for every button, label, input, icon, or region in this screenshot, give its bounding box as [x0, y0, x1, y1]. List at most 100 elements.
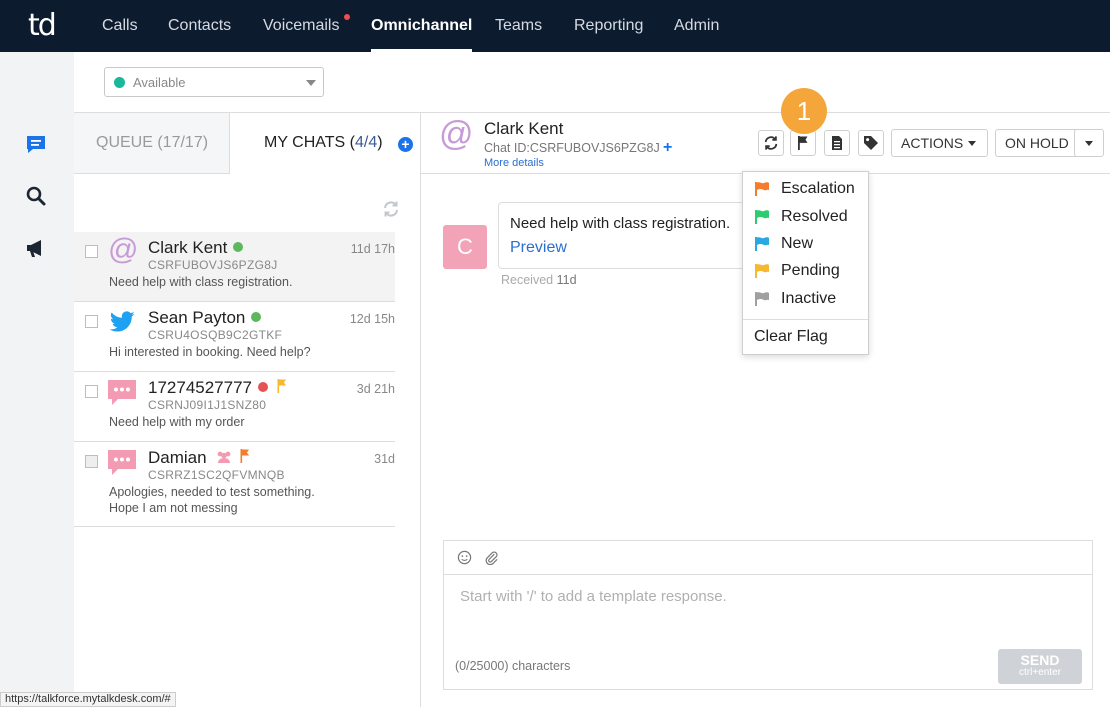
chat-time: 11d 17h — [350, 242, 395, 256]
refresh-icon — [764, 136, 778, 150]
nav-omnichannel[interactable]: Omnichannel — [371, 0, 473, 52]
composer-input[interactable]: Start with '/' to add a template respons… — [460, 588, 727, 605]
chevron-down-icon — [968, 141, 977, 146]
talkdesk-logo[interactable]: td — [28, 8, 57, 43]
on-hold-label: ON HOLD — [1005, 135, 1069, 151]
preview-link[interactable]: Preview — [510, 239, 567, 257]
notes-button[interactable] — [824, 130, 850, 156]
agent-status-select[interactable]: Available — [104, 67, 324, 97]
chat-contact-name: Sean Payton — [148, 308, 262, 328]
conversation-chat-id: Chat ID:CSRFUBOVJS6PZG8J — [484, 141, 660, 155]
more-details-link[interactable]: More details — [484, 157, 544, 169]
chat-time: 3d 21h — [356, 382, 395, 396]
message-text: Need help with class registration. — [510, 215, 731, 232]
chat-contact-name: 17274527777 — [148, 378, 287, 398]
message-bubble: Need help with class registration. Previ… — [498, 202, 758, 269]
inactive-flag-icon — [755, 292, 769, 306]
sms-channel-icon — [107, 447, 139, 479]
chat-id: CSRRZ1SC2QFVMNQB — [148, 468, 285, 482]
chat-preview-text: Need help with class registration. — [109, 275, 293, 289]
chat-time: 31d — [374, 452, 395, 466]
flag-option-label: Pending — [781, 262, 840, 279]
emoji-icon[interactable] — [457, 550, 472, 565]
megaphone-icon[interactable] — [24, 236, 48, 260]
conversation-contact-name: Clark Kent — [484, 119, 564, 138]
conversation-header: @ Clark Kent Chat ID:CSRFUBOVJS6PZG8J + … — [421, 113, 1110, 174]
offline-status-dot — [258, 382, 269, 392]
row-checkbox[interactable] — [85, 245, 98, 258]
left-rail — [0, 52, 74, 707]
nav-omnichannel-label: Omnichannel — [371, 17, 473, 34]
chat-contact-name: Damian — [148, 448, 250, 468]
add-chat-icon[interactable]: + — [398, 137, 413, 152]
message-composer: Start with '/' to add a template respons… — [443, 540, 1093, 690]
tab-queue[interactable]: QUEUE (17/17) — [74, 113, 230, 174]
nav-contacts[interactable]: Contacts — [168, 0, 231, 52]
flag-option-label: Inactive — [781, 290, 837, 307]
step-badge: 1 — [781, 88, 827, 134]
flag-option-label: New — [781, 235, 814, 252]
row-checkbox[interactable] — [85, 315, 98, 328]
voicemail-notification-dot — [344, 14, 350, 20]
nav-voicemails-label: Voicemails — [263, 17, 340, 34]
composer-toolbar — [444, 541, 1092, 575]
flag-option-new[interactable]: New — [743, 231, 868, 258]
nav-reporting[interactable]: Reporting — [574, 0, 643, 52]
nav-calls[interactable]: Calls — [102, 0, 138, 52]
chat-icon[interactable] — [24, 132, 48, 156]
flag-option-label: Escalation — [781, 180, 855, 197]
sms-channel-icon — [107, 377, 139, 409]
my-chats-close-paren: ) — [377, 134, 383, 151]
twitter-channel-icon — [107, 307, 139, 339]
pending-flag-icon — [755, 264, 769, 278]
on-hold-dropdown[interactable] — [1074, 129, 1104, 157]
top-nav: td Calls Contacts Voicemails Omnichannel… — [0, 0, 1110, 52]
agent-status-value: Available — [133, 75, 186, 90]
actions-dropdown[interactable]: ACTIONS — [891, 129, 988, 157]
send-label: SEND — [1020, 652, 1060, 668]
attachment-icon[interactable] — [484, 550, 499, 565]
flag-option-resolved[interactable]: Resolved — [743, 204, 868, 231]
search-icon[interactable] — [24, 184, 48, 208]
status-url-bar: https://talkforce.mytalkdesk.com/# — [0, 692, 176, 707]
message-received-time: Received 11d — [501, 273, 577, 287]
row-checkbox[interactable] — [85, 385, 98, 398]
row-checkbox[interactable] — [85, 455, 98, 468]
clear-flag-option[interactable]: Clear Flag — [754, 328, 828, 346]
chat-contact-name: Clark Kent — [148, 238, 244, 258]
chat-list-item[interactable]: Damian CSRRZ1SC2QFVMNQB Apologies, neede… — [74, 442, 395, 527]
flag-option-label: Resolved — [781, 208, 848, 225]
send-shortcut-hint: ctrl+enter — [1019, 667, 1061, 678]
status-bar: Available — [74, 52, 1110, 113]
tag-button[interactable] — [858, 130, 884, 156]
refresh-button[interactable] — [758, 130, 784, 156]
nav-teams[interactable]: Teams — [495, 0, 542, 52]
flag-option-escalation[interactable]: Escalation — [743, 176, 868, 203]
flag-icon — [798, 136, 808, 150]
new-flag-icon — [755, 237, 769, 251]
add-icon[interactable]: + — [663, 139, 672, 157]
document-icon — [832, 136, 842, 150]
chat-list-panel: QUEUE (17/17) MY CHATS (4/4) + @ Clark K… — [74, 113, 421, 707]
send-button[interactable]: SEND ctrl+enter — [998, 649, 1082, 684]
tab-my-chats[interactable]: MY CHATS (4/4) + — [230, 113, 421, 174]
nav-admin[interactable]: Admin — [674, 0, 719, 52]
status-indicator-dot — [114, 77, 125, 88]
chevron-down-icon — [306, 80, 316, 86]
chat-preview-text: Hi interested in booking. Need help? — [109, 345, 311, 359]
flag-option-inactive[interactable]: Inactive — [743, 286, 868, 313]
flag-option-pending[interactable]: Pending — [743, 258, 868, 285]
chat-list-item[interactable]: 17274527777 CSRNJ09I1J1SNZ80 Need help w… — [74, 372, 395, 442]
chat-name-text: Clark Kent — [148, 238, 228, 257]
chat-list-item[interactable]: @ Clark Kent CSRFUBOVJS6PZG8J Need help … — [74, 232, 395, 302]
chat-list-item[interactable]: Sean Payton CSRU4OSQB9C2GTKF Hi interest… — [74, 302, 395, 372]
online-status-dot — [233, 242, 244, 252]
character-count: (0/25000) characters — [455, 659, 571, 673]
nav-voicemails[interactable]: Voicemails — [263, 0, 339, 52]
customer-avatar: C — [443, 225, 487, 269]
refresh-icon[interactable] — [382, 200, 400, 218]
chevron-down-icon — [1085, 141, 1093, 146]
pending-flag-icon — [277, 379, 286, 393]
received-value: 11d — [556, 273, 577, 287]
escalation-flag-icon — [755, 182, 769, 196]
